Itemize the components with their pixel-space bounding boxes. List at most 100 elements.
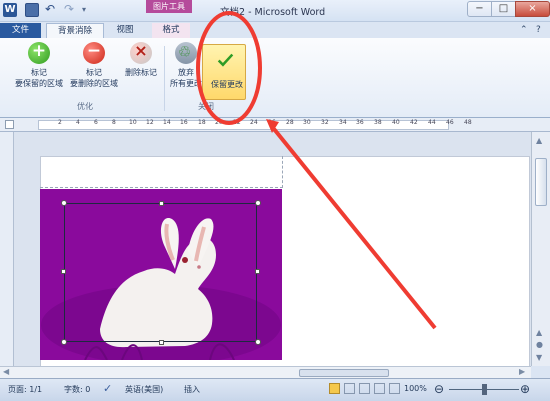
ruler-number: 32: [321, 119, 329, 126]
language-status[interactable]: 英语(美国): [125, 384, 163, 395]
ruler-number: 46: [446, 119, 454, 126]
tab-view[interactable]: 视图: [112, 23, 138, 38]
delete-mark-label: 删除标记: [125, 68, 157, 77]
vertical-scrollbar[interactable]: ▲ ▲ ● ▼: [531, 132, 550, 366]
redo-icon[interactable]: ↷: [62, 3, 76, 17]
minus-icon: [83, 41, 105, 64]
ruler-number: 6: [94, 119, 98, 126]
ruler-number: 8: [112, 119, 116, 126]
ruler-number: 18: [198, 119, 206, 126]
undo-icon[interactable]: ↶: [43, 3, 57, 17]
resize-handle-right[interactable]: [255, 269, 260, 274]
resize-handle-top[interactable]: [159, 201, 164, 206]
mark-keep-label-2: 要保留的区域: [15, 79, 63, 88]
mark-remove-label-1: 标记: [86, 68, 102, 77]
tab-background-removal[interactable]: 背景消除: [46, 23, 104, 38]
ruler-number: 44: [428, 119, 436, 126]
save-icon[interactable]: [25, 3, 39, 17]
ruler-toggle-icon[interactable]: [5, 120, 14, 129]
ruler-number: 38: [374, 119, 382, 126]
ruler-number: 12: [146, 119, 154, 126]
ruler-number: 14: [163, 119, 171, 126]
resize-handle-bottom[interactable]: [159, 340, 164, 345]
ruler-number: 42: [410, 119, 418, 126]
draft-view-icon[interactable]: [389, 383, 400, 394]
zoom-out-icon[interactable]: ⊖: [434, 382, 444, 396]
ruler-number: 26: [268, 119, 276, 126]
discard-label-1: 放弃: [178, 68, 194, 77]
optimize-group-label: 优化: [77, 102, 93, 111]
insert-mode-status[interactable]: 插入: [184, 384, 200, 395]
next-page-icon[interactable]: ▼: [536, 353, 542, 362]
window-title: 文档2 - Microsoft Word: [220, 7, 326, 18]
delete-mark-button[interactable]: 删除标记: [121, 41, 161, 78]
image-selection-border[interactable]: [64, 203, 257, 342]
resize-handle-bottom-right[interactable]: [255, 339, 261, 345]
word-app-icon: W: [3, 3, 17, 17]
discard-all-changes-button[interactable]: 放弃 所有更改: [168, 42, 204, 89]
mark-keep-label-1: 标记: [31, 68, 47, 77]
ribbon-collapse-icon[interactable]: ⌃: [520, 25, 528, 35]
checkmark-icon: [217, 53, 234, 67]
resize-handle-left[interactable]: [61, 269, 66, 274]
horizontal-scroll-thumb[interactable]: [299, 369, 389, 377]
mark-remove-label-2: 要删除的区域: [70, 79, 118, 88]
delete-mark-icon: [130, 41, 152, 64]
vertical-ruler[interactable]: [0, 132, 14, 366]
document-workspace[interactable]: [0, 132, 531, 366]
resize-handle-top-left[interactable]: [61, 200, 67, 206]
zoom-in-icon[interactable]: ⊕: [520, 382, 530, 396]
outline-view-icon[interactable]: [374, 383, 385, 394]
previous-page-icon[interactable]: ▲: [536, 328, 542, 337]
scroll-up-icon[interactable]: ▲: [536, 136, 542, 145]
mark-remove-button[interactable]: 标记 要删除的区域: [67, 41, 121, 89]
select-browse-object-icon[interactable]: ●: [536, 340, 543, 349]
ruler-number: 24: [250, 119, 258, 126]
proofing-icon[interactable]: ✓: [103, 382, 112, 395]
scroll-right-icon[interactable]: ▶: [519, 367, 525, 376]
zoom-slider-thumb[interactable]: [482, 384, 487, 395]
zoom-level[interactable]: 100%: [404, 384, 427, 393]
keep-changes-button[interactable]: 保留更改: [202, 44, 246, 100]
ribbon: 标记 要保留的区域 标记 要删除的区域 删除标记 优化 放弃 所有更改 保留更改…: [0, 38, 550, 118]
print-layout-view-icon[interactable]: [329, 383, 340, 394]
resize-handle-top-right[interactable]: [255, 200, 261, 206]
tab-file[interactable]: 文件: [0, 23, 41, 38]
quick-access-more-icon[interactable]: ▾: [77, 3, 91, 17]
vertical-scroll-thumb[interactable]: [535, 158, 547, 206]
ruler-number: 4: [76, 119, 80, 126]
ruler-number: 20: [215, 119, 223, 126]
web-layout-view-icon[interactable]: [359, 383, 370, 394]
help-icon[interactable]: ?: [536, 25, 541, 35]
ruler-number: 10: [129, 119, 137, 126]
keep-changes-label: 保留更改: [211, 80, 243, 89]
page-count[interactable]: 页面: 1/1: [8, 384, 42, 395]
ruler-number: 36: [356, 119, 364, 126]
ruler-number: 34: [339, 119, 347, 126]
close-window-button[interactable]: ×: [515, 1, 550, 17]
resize-handle-bottom-left[interactable]: [61, 339, 67, 345]
ruler-number: 28: [286, 119, 294, 126]
recycle-bin-icon: [175, 42, 197, 64]
ruler-number: 40: [392, 119, 400, 126]
discard-label-2: 所有更改: [170, 79, 202, 88]
ribbon-tabs: 文件 背景消除 视图 格式 ⌃ ?: [0, 22, 550, 38]
ruler-number: 16: [180, 119, 188, 126]
minimize-button[interactable]: −: [467, 1, 492, 17]
mark-keep-button[interactable]: 标记 要保留的区域: [10, 41, 68, 89]
plus-icon: [28, 41, 50, 64]
ruler-active-area: [38, 120, 449, 130]
ruler-number: 2: [58, 119, 62, 126]
horizontal-scrollbar[interactable]: ◀ ▶: [0, 366, 531, 378]
ruler-number: 48: [464, 119, 472, 126]
horizontal-ruler[interactable]: 2 4 6 8 10 12 14 16 18 20 22 24 26 28 30…: [0, 118, 550, 132]
maximize-button[interactable]: □: [491, 1, 516, 17]
close-group-label: 关闭: [198, 102, 214, 111]
word-count[interactable]: 字数: 0: [64, 384, 90, 395]
scroll-left-icon[interactable]: ◀: [3, 367, 9, 376]
ruler-number: 22: [233, 119, 241, 126]
tab-format[interactable]: 格式: [152, 23, 190, 38]
ruler-number: 30: [303, 119, 311, 126]
status-bar: 页面: 1/1 字数: 0 ✓ 英语(美国) 插入 100% ⊖ ⊕: [0, 378, 550, 401]
full-screen-reading-view-icon[interactable]: [344, 383, 355, 394]
